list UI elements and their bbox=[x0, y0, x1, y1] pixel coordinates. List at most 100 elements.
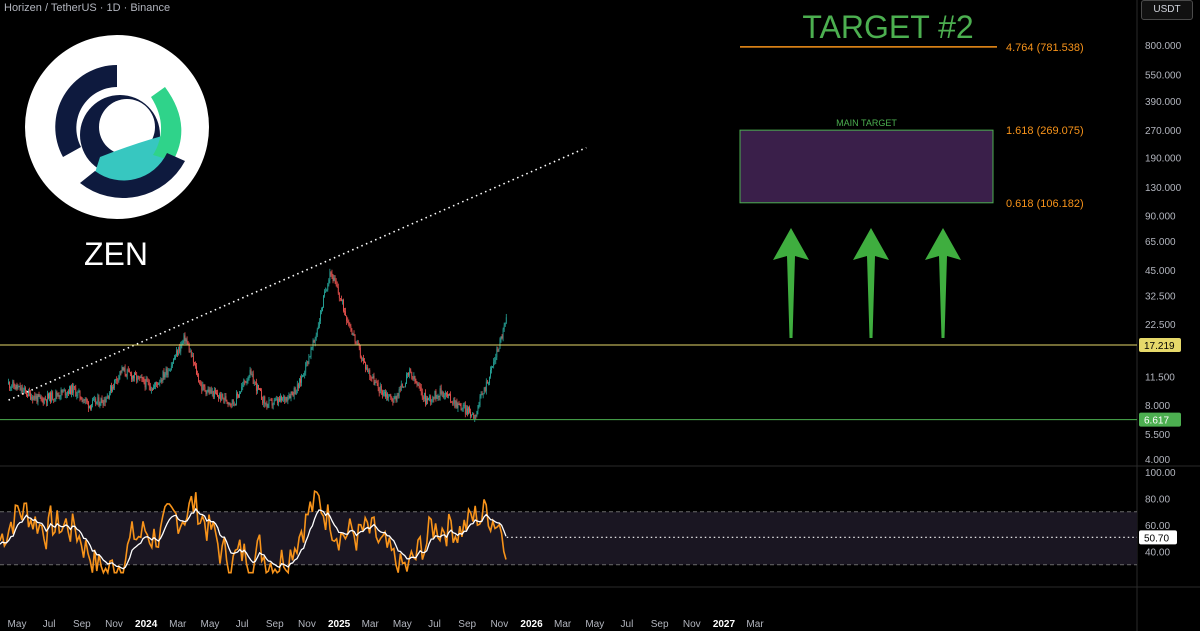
candle-up bbox=[174, 357, 175, 360]
time-tick-label: Mar bbox=[169, 619, 187, 630]
candle-down bbox=[430, 396, 432, 402]
candle-down bbox=[343, 300, 344, 312]
candle-down bbox=[279, 398, 280, 401]
candle-up bbox=[76, 395, 78, 397]
candle-up bbox=[96, 401, 98, 404]
candle-down bbox=[291, 392, 293, 393]
candle-up bbox=[115, 378, 117, 381]
candle-down bbox=[70, 386, 71, 395]
candle-down bbox=[387, 393, 389, 399]
candle-up bbox=[28, 390, 29, 396]
candle-up bbox=[314, 338, 316, 343]
candle-up bbox=[114, 380, 116, 388]
candle-up bbox=[400, 384, 402, 390]
time-tick-label: 2025 bbox=[328, 619, 351, 630]
candle-down bbox=[433, 397, 435, 399]
candle-up bbox=[91, 404, 92, 409]
candle-up bbox=[173, 359, 174, 364]
candle-down bbox=[230, 404, 232, 406]
fib-level-label: 0.618 (106.182) bbox=[1006, 198, 1084, 210]
time-tick-label: Sep bbox=[266, 619, 284, 630]
candle-up bbox=[176, 350, 177, 357]
candle-up bbox=[221, 393, 223, 401]
candle-up bbox=[472, 413, 474, 415]
candle-up bbox=[296, 384, 298, 391]
currency-badge[interactable]: USDT bbox=[1141, 0, 1193, 20]
candle-up bbox=[494, 360, 496, 362]
candle-up bbox=[379, 385, 381, 394]
candle-down bbox=[85, 398, 87, 401]
candle-up bbox=[502, 329, 504, 339]
candle-up bbox=[12, 381, 14, 387]
candle-up bbox=[496, 349, 498, 358]
candle-up bbox=[20, 387, 22, 391]
candle-up bbox=[505, 317, 507, 323]
candle-up bbox=[273, 399, 275, 404]
candle-down bbox=[452, 402, 454, 404]
candle-down bbox=[186, 339, 188, 343]
time-tick-label: May bbox=[585, 619, 604, 630]
candle-down bbox=[188, 344, 190, 353]
candle-down bbox=[98, 397, 100, 406]
candle-down bbox=[250, 370, 252, 375]
candle-down bbox=[286, 396, 288, 401]
candle-up bbox=[65, 394, 67, 396]
candle-up bbox=[493, 361, 495, 367]
candle-up bbox=[455, 401, 457, 407]
candle-up bbox=[315, 335, 317, 339]
candle-down bbox=[41, 398, 43, 400]
candle-up bbox=[366, 367, 368, 370]
candle-down bbox=[129, 372, 131, 374]
candle-up bbox=[112, 386, 113, 392]
candle-down bbox=[414, 375, 416, 382]
symbol-title[interactable]: Horizen / TetherUS · 1D · Binance bbox=[4, 2, 170, 14]
candle-up bbox=[247, 379, 249, 381]
candle-up bbox=[434, 390, 436, 399]
candle-down bbox=[107, 395, 109, 398]
candle-down bbox=[401, 384, 403, 388]
candle-up bbox=[33, 395, 35, 401]
candle-down bbox=[157, 383, 159, 385]
candle-down bbox=[29, 390, 30, 393]
candle-down bbox=[346, 316, 348, 322]
candle-down bbox=[252, 373, 254, 384]
candle-down bbox=[484, 387, 486, 392]
candle-down bbox=[456, 401, 458, 409]
rsi-pane bbox=[0, 511, 1137, 566]
candle-up bbox=[288, 395, 290, 399]
candle-down bbox=[56, 392, 58, 396]
price-tick-label: 130.000 bbox=[1145, 183, 1182, 194]
up-arrow-icon bbox=[925, 228, 961, 338]
candle-down bbox=[458, 403, 460, 405]
candle-down bbox=[116, 378, 118, 381]
candle-down bbox=[74, 386, 76, 389]
candle-up bbox=[105, 398, 107, 403]
candle-down bbox=[449, 394, 450, 395]
candle-down bbox=[53, 399, 55, 401]
candle-up bbox=[123, 368, 125, 371]
candle-up bbox=[295, 390, 297, 395]
candle-up bbox=[468, 407, 469, 414]
candle-up bbox=[325, 291, 327, 292]
candle-up bbox=[463, 405, 465, 406]
candle-up bbox=[153, 387, 154, 390]
fib-level-label: 1.618 (269.075) bbox=[1006, 125, 1084, 137]
time-tick-label: Nov bbox=[298, 619, 316, 630]
time-tick-label: Sep bbox=[458, 619, 476, 630]
resistance-price-label: 17.219 bbox=[1144, 341, 1175, 352]
candle-up bbox=[35, 395, 37, 399]
candle-up bbox=[268, 399, 270, 405]
horizen-logo-icon bbox=[25, 35, 209, 219]
time-tick-label: Nov bbox=[105, 619, 123, 630]
candle-down bbox=[9, 382, 11, 388]
candle-up bbox=[169, 370, 171, 372]
candle-down bbox=[363, 358, 364, 362]
candle-down bbox=[345, 311, 347, 317]
candle-down bbox=[336, 284, 338, 288]
candle-down bbox=[335, 280, 337, 285]
candle-up bbox=[431, 400, 433, 402]
candle-up bbox=[251, 373, 253, 375]
candle-up bbox=[282, 398, 284, 401]
candle-down bbox=[341, 298, 342, 301]
candle-up bbox=[426, 398, 427, 404]
